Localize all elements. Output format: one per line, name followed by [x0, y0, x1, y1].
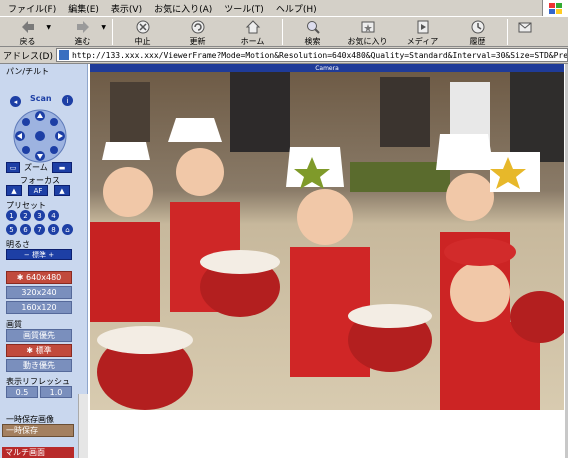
stop-icon — [136, 20, 149, 34]
favorites-icon — [361, 21, 374, 33]
camera-view: Camera — [88, 64, 568, 458]
media-label: メディア — [406, 37, 439, 46]
scan-label: Scan — [30, 94, 52, 103]
refresh-1-0-button[interactable]: 1.0 — [40, 386, 72, 398]
panel-scrollbar[interactable] — [78, 394, 88, 458]
menu-favorites[interactable]: お気に入り(A) — [148, 2, 218, 15]
favorites-button[interactable]: お気に入り — [340, 17, 395, 47]
menu-help[interactable]: ヘルプ(H) — [270, 2, 323, 15]
home-icon — [245, 20, 260, 34]
menu-view[interactable]: 表示(V) — [105, 2, 148, 15]
menu-tools[interactable]: ツール(T) — [218, 2, 270, 15]
autofocus-button[interactable]: AF — [28, 185, 48, 196]
search-button[interactable]: 検索 — [285, 17, 340, 47]
back-button[interactable]: 戻る ▼ — [0, 17, 55, 47]
back-arrow-icon — [21, 21, 34, 33]
camera-live-image — [90, 72, 564, 410]
media-button[interactable]: メディア — [395, 17, 450, 47]
address-label: アドレス(D) — [3, 51, 53, 62]
selected-icon: ✱ — [26, 346, 36, 355]
preset-2-button[interactable]: 2 — [20, 210, 31, 221]
stop-label: 中止 — [134, 37, 151, 46]
preset-3-button[interactable]: 3 — [34, 210, 45, 221]
preset-6-button[interactable]: 6 — [20, 224, 31, 235]
menu-edit[interactable]: 編集(E) — [62, 2, 105, 15]
zoom-label: ズーム — [24, 163, 48, 172]
chevron-down-icon[interactable]: ▼ — [101, 24, 106, 31]
refresh-label: 更新 — [189, 37, 206, 46]
brightness-control[interactable]: − 標準 + — [6, 249, 72, 260]
history-button[interactable]: 履歴 — [450, 17, 505, 47]
home-button[interactable]: ホーム — [225, 17, 280, 47]
resolution-640-label: 640x480 — [25, 273, 62, 282]
search-label: 検索 — [304, 37, 321, 46]
preset-4-button[interactable]: 4 — [48, 210, 59, 221]
toolbar-separator — [112, 19, 113, 45]
preset-1-button[interactable]: 1 — [6, 210, 17, 221]
menu-file[interactable]: ファイル(F) — [2, 2, 62, 15]
resolution-320-button[interactable]: 320x240 — [6, 286, 72, 299]
mail-icon — [518, 22, 532, 33]
quality-motion-priority-button[interactable]: 動き優先 — [6, 359, 72, 372]
camera-control-panel: パン/チルト ◂ Scan i ▭ ズーム ▬ フォーカス ▲ AF ▲ プリセ… — [0, 64, 88, 458]
focus-far-button[interactable]: ▲ — [54, 185, 70, 196]
menu-bar: ファイル(F) 編集(E) 表示(V) お気に入り(A) ツール(T) ヘルプ(… — [0, 0, 568, 16]
pantilt-title: パン/チルト — [6, 67, 50, 76]
resolution-640-button[interactable]: ✱ 640x480 — [6, 271, 72, 284]
toolbar-separator — [282, 19, 283, 45]
preset-home-button[interactable]: ⌂ — [62, 224, 73, 235]
refresh-icon — [191, 20, 204, 34]
chevron-down-icon[interactable]: ▼ — [46, 24, 51, 31]
search-icon — [306, 21, 320, 34]
stop-button[interactable]: 中止 — [115, 17, 170, 47]
back-label: 戻る — [19, 37, 36, 46]
brightness-minus-icon[interactable]: − — [24, 251, 32, 259]
focus-near-button[interactable]: ▲ — [6, 185, 22, 196]
address-bar: アドレス(D) http://133.xxx.xxx/ViewerFrame?M… — [0, 47, 568, 64]
pantilt-dpad[interactable] — [12, 108, 68, 164]
refresh-button[interactable]: 更新 — [170, 17, 225, 47]
refresh-0-5-button[interactable]: 0.5 — [6, 386, 38, 398]
zoom-wide-button[interactable]: ▭ — [6, 162, 20, 173]
toolbar: 戻る ▼ 進む ▼ 中止 更新 ホーム 検索 お気に入り メディア 履歴 — [0, 16, 568, 47]
address-input[interactable]: http://133.xxx.xxx/ViewerFrame?Mode=Moti… — [55, 48, 568, 62]
home-label: ホーム — [240, 37, 265, 46]
media-icon — [417, 20, 428, 34]
favorites-label: お気に入り — [347, 37, 388, 46]
quality-image-priority-button[interactable]: 画質優先 — [6, 329, 72, 342]
viewer-background — [88, 410, 568, 458]
pantilt-left-small-icon[interactable]: ◂ — [10, 96, 21, 107]
resolution-160-button[interactable]: 160x120 — [6, 301, 72, 314]
camera-header: Camera — [90, 64, 564, 72]
brightness-standard[interactable]: 標準 — [32, 250, 46, 260]
preset-5-button[interactable]: 5 — [6, 224, 17, 235]
save-button[interactable]: 一時保存 — [2, 424, 74, 437]
toolbar-separator — [507, 19, 508, 45]
page-icon — [58, 50, 69, 60]
quality-standard-label: 標準 — [35, 346, 52, 355]
forward-label: 進む — [74, 37, 91, 46]
preset-7-button[interactable]: 7 — [34, 224, 45, 235]
quality-standard-button[interactable]: ✱ 標準 — [6, 344, 72, 357]
forward-arrow-icon — [76, 21, 89, 33]
brightness-plus-icon[interactable]: + — [46, 251, 54, 259]
preset-8-button[interactable]: 8 — [48, 224, 59, 235]
mail-button[interactable] — [510, 17, 540, 47]
forward-button[interactable]: 進む ▼ — [55, 17, 110, 47]
multi-screen-button[interactable]: マルチ画面 — [2, 447, 74, 458]
history-icon — [471, 20, 484, 34]
history-label: 履歴 — [469, 37, 486, 46]
zoom-tele-button[interactable]: ▬ — [52, 162, 72, 173]
selected-icon: ✱ — [16, 273, 26, 282]
info-icon[interactable]: i — [62, 95, 73, 106]
address-url: http://133.xxx.xxx/ViewerFrame?Mode=Moti… — [71, 50, 568, 60]
